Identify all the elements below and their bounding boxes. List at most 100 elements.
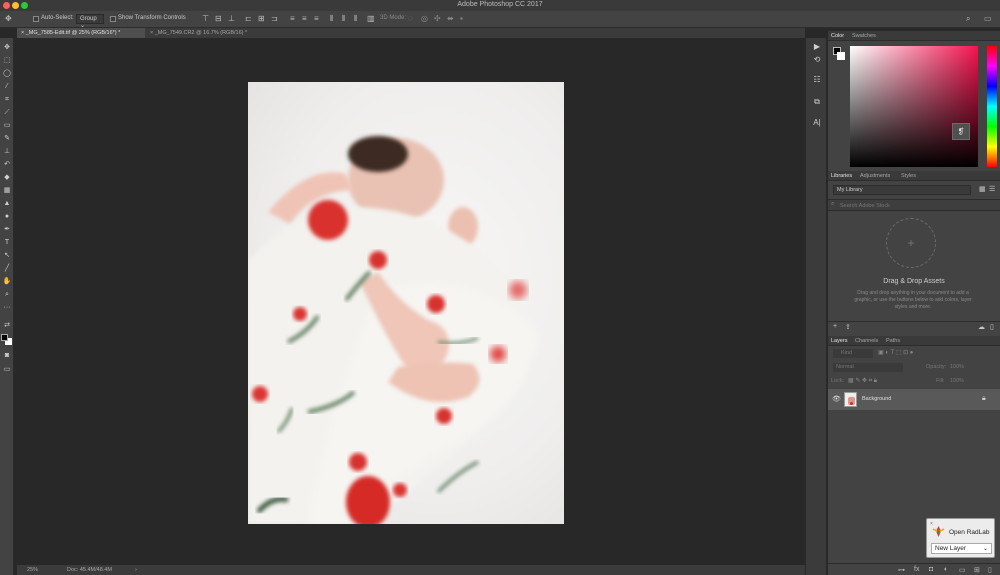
group-icon[interactable]: ▭ xyxy=(959,566,966,574)
play-action-icon[interactable]: ▶ xyxy=(811,41,823,52)
align-top-icon[interactable]: ⊤ xyxy=(202,14,209,24)
screen-mode-icon[interactable]: ▭ xyxy=(1,364,13,375)
align-left-icon[interactable]: ⊏ xyxy=(245,14,252,24)
pen-tool-icon[interactable]: ✒ xyxy=(1,224,13,235)
trash-icon[interactable]: ▯ xyxy=(990,323,994,331)
lasso-tool-icon[interactable]: ◯ xyxy=(1,68,13,79)
3d-drag-icon[interactable]: ✣ xyxy=(434,14,441,24)
adjustment-layer-icon[interactable]: ◐ xyxy=(944,566,948,573)
grid-view-icon[interactable]: ▦ xyxy=(979,185,986,193)
zoom-tool-icon[interactable]: ⌕ xyxy=(1,289,13,300)
brush-tool-icon[interactable]: ✎ xyxy=(1,133,13,144)
blur-tool-icon[interactable]: ▲ xyxy=(1,198,13,209)
align-bottom-icon[interactable]: ⊥ xyxy=(228,14,235,24)
path-select-tool-icon[interactable]: ↖ xyxy=(1,250,13,261)
color-panel-background-swatch[interactable] xyxy=(837,52,845,60)
auto-select-dropdown[interactable]: Group ⌄ xyxy=(76,14,104,29)
add-content-icon[interactable]: + xyxy=(833,323,837,330)
crop-tool-icon[interactable]: ⌗ xyxy=(1,94,13,105)
distribute-vertical-icon[interactable]: ≡ xyxy=(302,14,307,24)
color-picker-field[interactable] xyxy=(850,46,978,167)
distribute-left-icon[interactable]: ⫴ xyxy=(330,14,333,24)
gradient-tool-icon[interactable]: ▦ xyxy=(1,185,13,196)
healing-brush-tool-icon[interactable]: ▭ xyxy=(1,120,13,131)
opacity-value[interactable]: 100% xyxy=(950,364,964,370)
distribute-right-icon[interactable]: ⫴ xyxy=(354,14,357,24)
link-layers-icon[interactable]: ⊶ xyxy=(898,566,905,574)
3d-slide-icon[interactable]: ⬌ xyxy=(447,14,454,24)
tab-paths[interactable]: Paths xyxy=(886,338,900,344)
filter-pixel-icon[interactable]: ▣ ◐ T ⬚ ⊡ ● xyxy=(878,349,913,356)
tab-layers[interactable]: Layers xyxy=(831,338,848,344)
auto-align-icon[interactable]: ▥ xyxy=(367,14,375,24)
library-dropdown[interactable]: My Library xyxy=(833,185,971,195)
align-right-icon[interactable]: ⊐ xyxy=(271,14,278,24)
workspace-icon[interactable]: ▭ xyxy=(984,14,992,24)
layer-row-background[interactable]: 👁︎ Background 🔒︎ xyxy=(828,389,1000,410)
foreground-color-swatch[interactable] xyxy=(1,334,8,341)
open-radlab-button[interactable]: Open RadLab xyxy=(949,529,989,536)
cloud-icon[interactable]: ☁ xyxy=(978,323,985,331)
tab-styles[interactable]: Styles xyxy=(901,173,916,179)
document-canvas[interactable] xyxy=(17,38,797,565)
clone-stamp-tool-icon[interactable]: ⊥ xyxy=(1,146,13,157)
more-tools-icon[interactable]: ··· xyxy=(1,302,13,313)
layer-name[interactable]: Background xyxy=(862,396,891,402)
layer-filter-dropdown[interactable]: Kind xyxy=(833,349,873,358)
new-layer-icon[interactable]: ⊞ xyxy=(974,566,980,574)
properties-icon[interactable]: ☷ xyxy=(811,74,823,85)
auto-select-checkbox[interactable] xyxy=(33,16,39,22)
layer-style-icon[interactable]: fx xyxy=(914,566,919,573)
list-view-icon[interactable]: ☰ xyxy=(989,185,995,193)
trash-icon[interactable]: ▯ xyxy=(988,566,992,574)
align-vertical-center-icon[interactable]: ⊟ xyxy=(215,14,222,24)
tab-swatches[interactable]: Swatches xyxy=(852,33,876,39)
search-icon[interactable]: ⌕ xyxy=(966,14,970,24)
eye-icon[interactable]: 👁︎ xyxy=(832,395,841,403)
upload-icon[interactable]: ⇪ xyxy=(845,323,851,331)
doc-tab-active[interactable]: × _MG_7585-Edit.tif @ 25% (RGB/16*) * xyxy=(17,28,145,38)
doc-tab-inactive[interactable]: × _MG_7549.CR2 @ 16.7% (RGB/16) * xyxy=(146,28,266,38)
add-asset-plus-icon[interactable]: + xyxy=(886,218,936,268)
status-menu-arrow-icon[interactable]: › xyxy=(135,567,137,573)
line-tool-icon[interactable]: ╱ xyxy=(1,263,13,274)
3d-roll-icon[interactable]: ◎ xyxy=(421,14,428,24)
quick-select-tool-icon[interactable]: ⁄ xyxy=(1,81,13,92)
show-transform-checkbox[interactable] xyxy=(110,16,116,22)
type-tool-icon[interactable]: T xyxy=(1,237,13,248)
eyedropper-tool-icon[interactable]: ⟋ xyxy=(1,107,13,118)
stock-search-input[interactable]: Search Adobe Stock xyxy=(828,199,1000,211)
move-tool-icon[interactable]: ✥ xyxy=(5,14,12,24)
quick-mask-icon[interactable]: ◙ xyxy=(1,350,13,361)
distribute-horizontal-icon[interactable]: ⫴ xyxy=(342,14,345,24)
align-horizontal-center-icon[interactable]: ⊞ xyxy=(258,14,265,24)
dodge-tool-icon[interactable]: ● xyxy=(1,211,13,222)
options-bar: ✥ Auto-Select: Group ⌄ Show Transform Co… xyxy=(0,11,1000,29)
hue-slider[interactable] xyxy=(987,46,997,167)
move-tool-icon[interactable]: ✥ xyxy=(1,42,13,53)
history-icon[interactable]: ⟲ xyxy=(811,54,823,65)
hand-tool-icon[interactable]: ✋ xyxy=(1,276,13,287)
tab-adjustments[interactable]: Adjustments xyxy=(860,173,890,179)
distribute-top-icon[interactable]: ≡ xyxy=(290,14,295,24)
swap-colors-icon[interactable]: ⇄ xyxy=(1,320,13,331)
radlab-output-value: New Layer xyxy=(935,545,967,552)
web-safe-warning-icon[interactable]: ❡ xyxy=(952,123,970,140)
zoom-level[interactable]: 25% xyxy=(27,567,38,573)
lock-icons[interactable]: ▦ ✎ ✥ ⌗ 🔒︎ xyxy=(848,377,877,385)
blend-mode-dropdown[interactable]: Normal xyxy=(833,363,903,372)
radlab-output-dropdown[interactable]: New Layer ⌄ xyxy=(931,543,992,554)
marquee-tool-icon[interactable]: ⬚ xyxy=(1,55,13,66)
adjustments-icon[interactable]: ⧉ xyxy=(811,96,823,107)
3d-scale-icon[interactable]: ▪ xyxy=(460,14,463,24)
eraser-tool-icon[interactable]: ◆ xyxy=(1,172,13,183)
3d-rotate-icon[interactable]: ◌ xyxy=(408,14,413,24)
tab-libraries[interactable]: Libraries xyxy=(831,173,852,179)
history-brush-tool-icon[interactable]: ↶ xyxy=(1,159,13,170)
fill-value[interactable]: 100% xyxy=(950,378,964,384)
layer-mask-icon[interactable]: ◘ xyxy=(929,566,933,573)
tab-color[interactable]: Color xyxy=(831,33,844,39)
tab-channels[interactable]: Channels xyxy=(855,338,878,344)
distribute-bottom-icon[interactable]: ≡ xyxy=(314,14,319,24)
character-icon[interactable]: A| xyxy=(811,117,823,128)
